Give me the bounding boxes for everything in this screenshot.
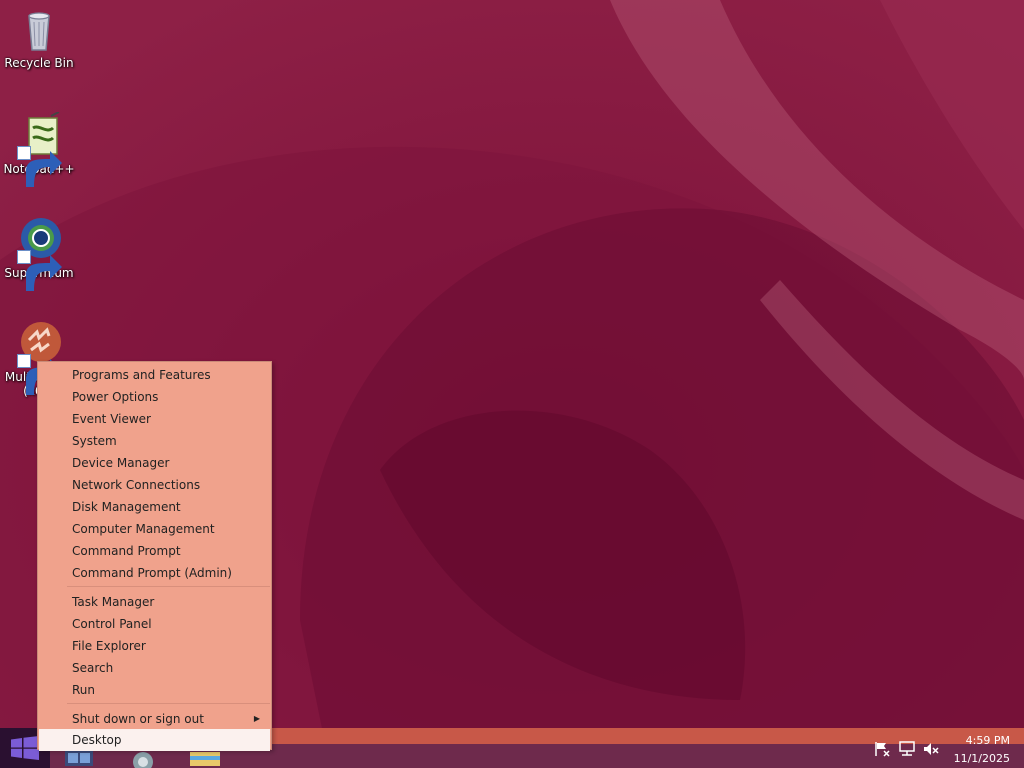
supermium-icon — [15, 216, 63, 291]
menu-item-search[interactable]: Search — [39, 657, 270, 679]
shortcut-arrow-icon — [17, 250, 62, 291]
menu-item-command-prompt[interactable]: Command Prompt — [39, 540, 270, 562]
recycle-bin-icon — [15, 6, 63, 54]
menu-item-system[interactable]: System — [39, 430, 270, 452]
clock-date: 11/1/2025 — [953, 752, 1010, 765]
clock-time: 4:59 PM — [965, 734, 1010, 747]
menu-item-power-options[interactable]: Power Options — [39, 386, 270, 408]
menu-item-event-viewer[interactable]: Event Viewer — [39, 408, 270, 430]
menu-item-file-explorer[interactable]: File Explorer — [39, 635, 270, 657]
desktop-icon-supermium[interactable]: Supermium — [1, 216, 77, 291]
desktop-icon-recycle-bin[interactable]: Recycle Bin — [1, 6, 77, 70]
menu-item-run[interactable]: Run — [39, 679, 270, 701]
menu-item-disk-management[interactable]: Disk Management — [39, 496, 270, 518]
winx-context-menu: Programs and Features Power Options Even… — [37, 361, 272, 751]
network-icon[interactable] — [898, 740, 916, 758]
desktop[interactable]: Recycle Bin Notepad++ — [0, 0, 1024, 768]
menu-item-programs-and-features[interactable]: Programs and Features — [39, 364, 270, 386]
menu-item-command-prompt-admin[interactable]: Command Prompt (Admin) — [39, 562, 270, 584]
shortcut-arrow-icon — [17, 354, 62, 395]
menu-item-shut-down-or-sign-out[interactable]: Shut down or sign out ▶ — [39, 708, 270, 730]
windows-logo-icon — [11, 736, 39, 760]
menu-item-device-manager[interactable]: Device Manager — [39, 452, 270, 474]
menu-item-control-panel[interactable]: Control Panel — [39, 613, 270, 635]
menu-separator — [67, 586, 270, 587]
menu-item-computer-management[interactable]: Computer Management — [39, 518, 270, 540]
menu-item-desktop[interactable]: Desktop — [39, 729, 270, 751]
clock[interactable]: 4:59 PM 11/1/2025 — [930, 732, 1010, 768]
submenu-arrow-icon: ▶ — [253, 714, 260, 723]
menu-item-task-manager[interactable]: Task Manager — [39, 591, 270, 613]
desktop-icon-notepadpp[interactable]: Notepad++ — [1, 112, 77, 187]
menu-item-network-connections[interactable]: Network Connections — [39, 474, 270, 496]
action-center-flag-icon[interactable] — [873, 740, 891, 758]
menu-separator — [67, 703, 270, 704]
notepadpp-icon — [15, 112, 63, 187]
desktop-icon-label: Recycle Bin — [4, 56, 74, 70]
shortcut-arrow-icon — [17, 146, 62, 187]
